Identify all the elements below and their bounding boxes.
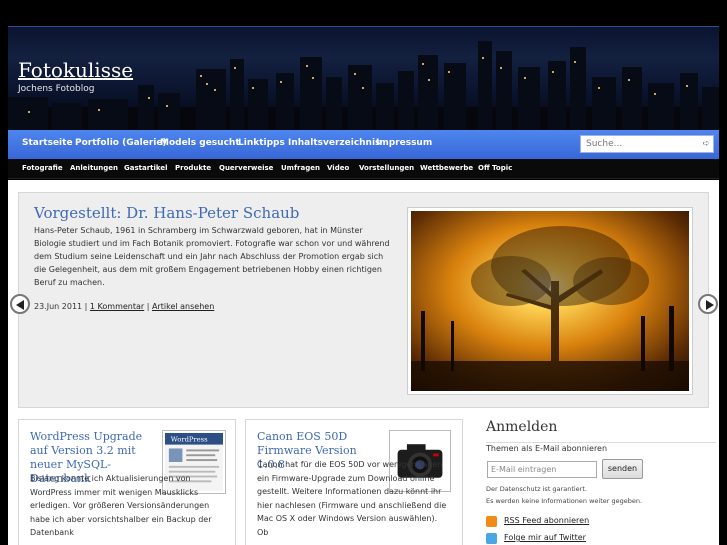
twitter-link-label[interactable]: Folge mir auf Twitter bbox=[504, 533, 586, 542]
category-item[interactable]: Anleitungen bbox=[70, 164, 118, 172]
category-item[interactable]: Gastartikel bbox=[124, 164, 168, 172]
arrow-right-icon[interactable] bbox=[698, 294, 718, 314]
search-placeholder: Suche... bbox=[586, 139, 623, 149]
featured-comments-link[interactable]: 1 Kommentar bbox=[90, 302, 144, 311]
sunset-tree-image bbox=[411, 211, 689, 391]
rss-link-label[interactable]: RSS Feed abonnieren bbox=[504, 516, 589, 525]
nav-item-linktipps[interactable]: Linktipps bbox=[238, 138, 285, 148]
site-title[interactable]: Fotokulisse bbox=[18, 58, 133, 82]
nav-item-startseite[interactable]: Startseite bbox=[22, 138, 73, 148]
post-excerpt: Bislang konnte ich Aktualisierungen von … bbox=[30, 474, 212, 537]
post-excerpt: Canon hat für die EOS 50D vor wenigen Ta… bbox=[257, 460, 447, 537]
category-item[interactable]: Video bbox=[327, 164, 349, 172]
rss-icon bbox=[486, 516, 497, 527]
svg-text:WordPress: WordPress bbox=[171, 436, 208, 444]
post-card: WordPress Upgrade auf Version 3.2 mit ne… bbox=[18, 419, 236, 545]
featured-title[interactable]: Vorgestellt: Dr. Hans-Peter Schaub bbox=[34, 204, 299, 222]
nav-item-portfolio[interactable]: Portfolio (Galerie) bbox=[75, 138, 167, 148]
nav-item-inhaltsverzeichnis[interactable]: Inhaltsverzeichnis bbox=[288, 138, 380, 148]
category-item[interactable]: Umfragen bbox=[281, 164, 320, 172]
sidebar-title: Anmelden bbox=[486, 419, 558, 435]
post-card: Canon EOS 50D Firmware Version 1.0.8 Can… bbox=[245, 419, 463, 545]
category-item[interactable]: Wettbewerbe bbox=[420, 164, 473, 172]
category-item[interactable]: Vorstellungen bbox=[359, 164, 414, 172]
category-item[interactable]: Querverweise bbox=[219, 164, 273, 172]
category-item[interactable]: Off Topic bbox=[478, 164, 512, 172]
privacy-note: Es werden keine Informationen weiter geg… bbox=[486, 497, 643, 505]
content-area: Vorgestellt: Dr. Hans-Peter Schaub Hans-… bbox=[8, 180, 719, 545]
featured-excerpt: Hans-Peter Schaub, 1961 in Schramberg im… bbox=[34, 226, 390, 287]
site-header: Fotokulisse Jochens Fotoblog bbox=[8, 26, 719, 130]
sidebar-divider bbox=[486, 442, 716, 443]
category-item[interactable]: Fotografie bbox=[22, 164, 63, 172]
featured-read-more-link[interactable]: Artikel ansehen bbox=[152, 302, 214, 311]
featured-meta: 23.Jun 2011 | 1 Kommentar | Artikel anse… bbox=[34, 302, 215, 311]
search-input[interactable]: Suche... ➪ bbox=[580, 135, 714, 153]
twitter-icon bbox=[486, 533, 497, 544]
search-icon[interactable]: ➪ bbox=[702, 139, 710, 149]
featured-date: 23.Jun 2011 bbox=[34, 302, 83, 311]
nav-item-models[interactable]: Models gesucht bbox=[160, 138, 240, 148]
featured-slider: Vorgestellt: Dr. Hans-Peter Schaub Hans-… bbox=[18, 192, 709, 408]
email-field[interactable]: E-Mail eintragen bbox=[487, 461, 597, 478]
featured-photo[interactable] bbox=[407, 207, 693, 395]
nav-item-impressum[interactable]: Impressum bbox=[376, 138, 432, 148]
main-navigation: Startseite Portfolio (Galerie) Models ge… bbox=[8, 130, 719, 159]
privacy-note: Der Datenschutz ist garantiert. bbox=[486, 485, 587, 493]
category-navigation: Fotografie Anleitungen Gastartikel Produ… bbox=[8, 159, 719, 179]
arrow-left-icon[interactable] bbox=[10, 294, 30, 314]
category-item[interactable]: Produkte bbox=[175, 164, 211, 172]
send-button[interactable]: senden bbox=[602, 459, 643, 479]
site-description: Jochens Fotoblog bbox=[18, 84, 95, 94]
sidebar-subtitle: Themen als E-Mail abonnieren bbox=[486, 444, 608, 453]
sidebar-subscribe: Anmelden Themen als E-Mail abonnieren E-… bbox=[476, 419, 719, 545]
